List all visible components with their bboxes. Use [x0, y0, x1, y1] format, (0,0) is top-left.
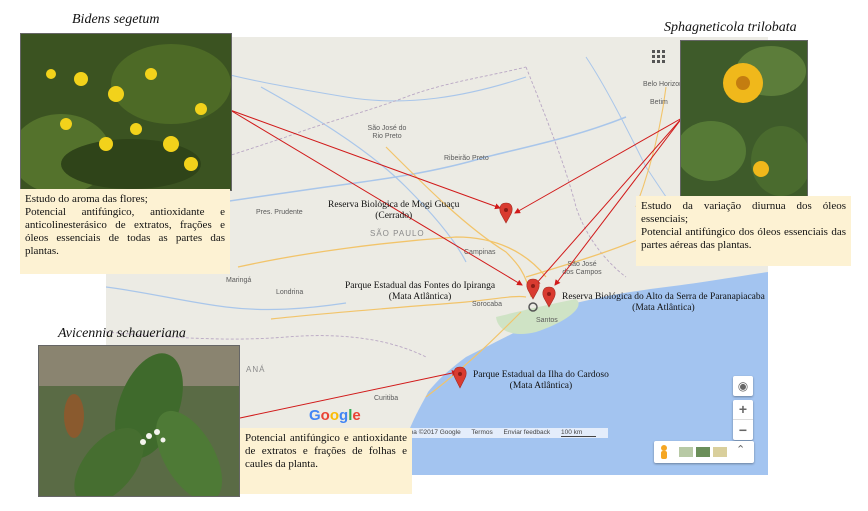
photo-avicennia [38, 345, 240, 497]
scale-bar: 100 km [560, 429, 597, 437]
site-biome: (Mata Atlântica) [388, 292, 452, 302]
species-title-sphagneticola: Sphagneticola trilobata [664, 20, 797, 35]
site-biome: (Mata Atlântica) [509, 381, 573, 391]
photo-bidens [20, 33, 232, 191]
city-label-santos: Santos [536, 317, 558, 324]
city-label-curitiba: Curitiba [374, 395, 399, 402]
note-line: Estudo da variação diurnua dos óleos ess… [641, 200, 846, 225]
state-label: SÃO PAULO [370, 229, 425, 238]
city-label-campinas: Campinas [464, 249, 496, 256]
city-label-pres-prudente: Pres. Prudente [256, 209, 303, 216]
location-target-icon: ◉ [737, 379, 749, 393]
note-line: Estudo do aroma das flores; [25, 193, 148, 205]
city-label-maringa: Maringá [226, 277, 252, 284]
attribution-feedback-link[interactable]: Enviar feedback [504, 429, 551, 436]
zoom-out-button[interactable]: − [733, 420, 753, 440]
city-label-londrina: Londrina [276, 289, 304, 296]
city-label-betim: Betim [650, 99, 668, 106]
photo-sphagneticola [680, 40, 808, 198]
river [260, 86, 467, 263]
site-biome: (Mata Atlântica) [632, 303, 695, 313]
layers-bar: ⌃ [654, 441, 754, 463]
pegman-icon[interactable] [659, 444, 669, 460]
state-label-partial: ANÁ [246, 365, 266, 374]
chevron-up-icon[interactable]: ⌃ [736, 443, 745, 456]
highway [385, 146, 532, 298]
note-avicennia: Potencial antifúngico e antioxidante de … [240, 428, 412, 494]
site-label-mogi: Reserva Biológica de Mogi Guaçu (Cerrado… [328, 200, 459, 222]
note-line: Potencial antifúngico, antioxidante e an… [25, 206, 225, 257]
site-label-paranapiacaba: Reserva Biológica do Alto da Serra de Pa… [562, 292, 765, 314]
layer-thumbnail-map[interactable] [713, 447, 727, 457]
species-title-bidens: Bidens segetum [72, 12, 160, 27]
city-label-sao-jose-campos: São José dos Campos [562, 261, 602, 276]
attribution-terms-link[interactable]: Termos [471, 429, 492, 436]
site-name: Parque Estadual das Fontes do Ipiranga [345, 281, 496, 291]
site-name: Reserva Biológica do Alto da Serra de Pa… [562, 292, 765, 302]
note-bidens: Estudo do aroma das flores; Potencial an… [20, 189, 230, 274]
site-label-ipiranga: Parque Estadual das Fontes do Ipiranga (… [345, 281, 495, 303]
layer-thumbnail-terrain[interactable] [679, 447, 693, 457]
city-label-sao-jose-rio-preto: São José do Rio Preto [367, 125, 407, 140]
note-line: Potencial antifúngico e antioxidante de … [245, 432, 407, 470]
highway [237, 236, 547, 278]
zoom-controls: + − [733, 400, 753, 440]
zoom-in-button[interactable]: + [733, 400, 753, 420]
apps-grid-icon [652, 50, 665, 63]
site-name: Reserva Biológica de Mogi Guaçu [328, 200, 460, 210]
note-sphagneticola: Estudo da variação diurnua dos óleos ess… [636, 196, 851, 266]
google-logo: Google [309, 407, 361, 424]
river [106, 286, 347, 311]
species-title-avicennia: Avicennia schaueriana [58, 326, 186, 341]
site-name: Parque Estadual da Ilha do Cardoso [473, 370, 609, 380]
site-biome: (Cerrado) [375, 211, 413, 221]
layer-thumbnail-satellite[interactable] [696, 447, 710, 457]
site-label-cardoso: Parque Estadual da Ilha do Cardoso (Mata… [473, 370, 609, 392]
city-label-ribeirao-preto: Ribeirão Preto [444, 155, 489, 162]
my-location-button[interactable]: ◉ [733, 376, 753, 396]
note-line: Potencial antifúngico dos óleos essencia… [641, 226, 846, 251]
